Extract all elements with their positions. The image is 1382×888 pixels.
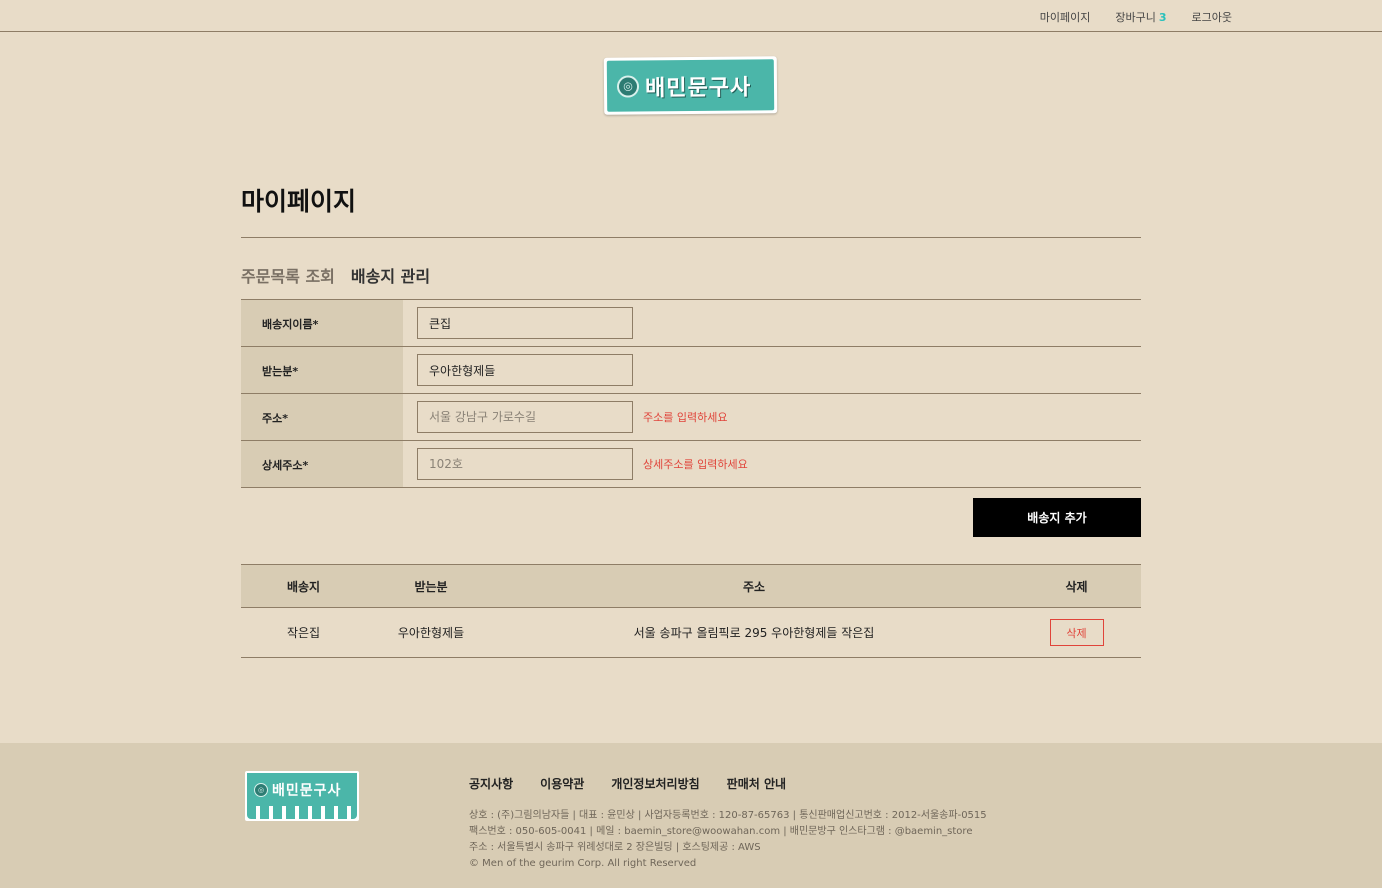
top-bar: 마이페이지 장바구니 3 로그아웃 [0, 0, 1382, 32]
tab-order-history[interactable]: 주문목록 조회 [241, 263, 335, 287]
header-recipient: 받는분 [414, 579, 448, 594]
footer-link-notice[interactable]: 공지사항 [469, 775, 513, 792]
top-nav: 마이페이지 장바구니 3 로그아웃 [1040, 9, 1232, 25]
title-divider [241, 237, 1141, 238]
address-form: 배송지이름* 받는분* 주소* 주소를 입력하세요 상세주소* 상세주소를 입력… [241, 299, 1141, 488]
form-row-detail-address: 상세주소* 상세주소를 입력하세요 [241, 441, 1141, 488]
address-name-input[interactable] [417, 307, 633, 339]
mypage-link[interactable]: 마이페이지 [1040, 9, 1091, 25]
detail-address-error: 상세주소를 입력하세요 [643, 458, 748, 471]
footer-links: 공지사항 이용약관 개인정보처리방침 판매처 안내 [469, 775, 786, 792]
footer-logo-awning [247, 806, 357, 819]
row-recipient: 우아한형제들 [397, 626, 465, 640]
address-name-label: 배송지이름* [241, 300, 403, 346]
footer-logo[interactable]: ◎ 배민문구사 [245, 771, 359, 821]
address-name-cell [403, 300, 1141, 346]
footer-info-line: 상호 : (주)그림의남자들 | 대표 : 윤민상 | 사업자등록번호 : 12… [469, 810, 987, 821]
header-delete: 삭제 [1065, 579, 1088, 594]
site-logo[interactable]: ◎ 배민문구사 [603, 56, 778, 115]
cart-link[interactable]: 장바구니 3 [1115, 9, 1166, 25]
table-row: 작은집 우아한형제들 서울 송파구 올림픽로 295 우아한형제들 작은집 삭제 [241, 608, 1141, 658]
cart-label: 장바구니 [1115, 11, 1156, 24]
address-label: 주소* [241, 394, 403, 440]
recipient-cell [403, 347, 1141, 393]
logo-text: 배민문구사 [644, 74, 752, 101]
footer-logo-text: 배민문구사 [272, 782, 342, 799]
delete-address-button[interactable]: 삭제 [1049, 619, 1104, 646]
mypage-tabs: 주문목록 조회 배송지 관리 [241, 263, 430, 287]
detail-address-cell: 상세주소를 입력하세요 [403, 441, 1141, 487]
form-row-address: 주소* 주소를 입력하세요 [241, 394, 1141, 441]
address-input[interactable] [417, 401, 633, 433]
row-address: 서울 송파구 올림픽로 295 우아한형제들 작은집 [633, 626, 875, 640]
add-address-button[interactable]: 배송지 추가 [973, 498, 1141, 537]
row-name: 작은집 [286, 626, 321, 640]
footer-info-line: 주소 : 서울특별시 송파구 위례성대로 2 장은빌딩 | 호스팅제공 : AW… [469, 842, 761, 853]
logo-sign: ◎ 배민문구사 [606, 59, 775, 112]
tab-shipping-address[interactable]: 배송지 관리 [351, 263, 430, 287]
header-address: 주소 [742, 579, 766, 594]
footer-link-privacy[interactable]: 개인정보처리방침 [611, 775, 699, 792]
form-row-address-name: 배송지이름* [241, 300, 1141, 347]
cart-count-badge: 3 [1158, 11, 1167, 24]
address-error: 주소를 입력하세요 [643, 411, 728, 424]
header-name: 배송지 [286, 579, 321, 594]
address-cell: 주소를 입력하세요 [403, 394, 1141, 440]
form-row-recipient: 받는분* [241, 347, 1141, 394]
page-title: 마이페이지 [241, 187, 357, 216]
footer-link-terms[interactable]: 이용약관 [540, 775, 584, 792]
logout-link[interactable]: 로그아웃 [1192, 9, 1232, 25]
footer-logo-sign: ◎ 배민문구사 [247, 773, 357, 806]
row-delete-cell: 삭제 [1012, 619, 1141, 646]
footer-info-line: © Men of the geurim Corp. All right Rese… [469, 858, 697, 869]
address-list: 배송지 받는분 주소 삭제 작은집 우아한형제들 서울 송파구 올림픽로 295… [241, 564, 1141, 658]
detail-address-label: 상세주소* [241, 441, 403, 487]
logo-emblem-icon: ◎ [616, 74, 640, 98]
footer-company-info: 상호 : (주)그림의남자들 | 대표 : 윤민상 | 사업자등록번호 : 12… [469, 808, 987, 872]
footer-info-line: 팩스번호 : 050-605-0041 | 메일 : baemin_store@… [469, 826, 973, 837]
footer: ◎ 배민문구사 공지사항 이용약관 개인정보처리방침 판매처 안내 상호 : (… [0, 743, 1382, 888]
recipient-label: 받는분* [241, 347, 403, 393]
footer-logo-emblem-icon: ◎ [254, 782, 268, 797]
address-list-header: 배송지 받는분 주소 삭제 [241, 565, 1141, 608]
recipient-input[interactable] [417, 354, 633, 386]
footer-link-stores[interactable]: 판매처 안내 [727, 775, 786, 792]
detail-address-input[interactable] [417, 448, 633, 480]
